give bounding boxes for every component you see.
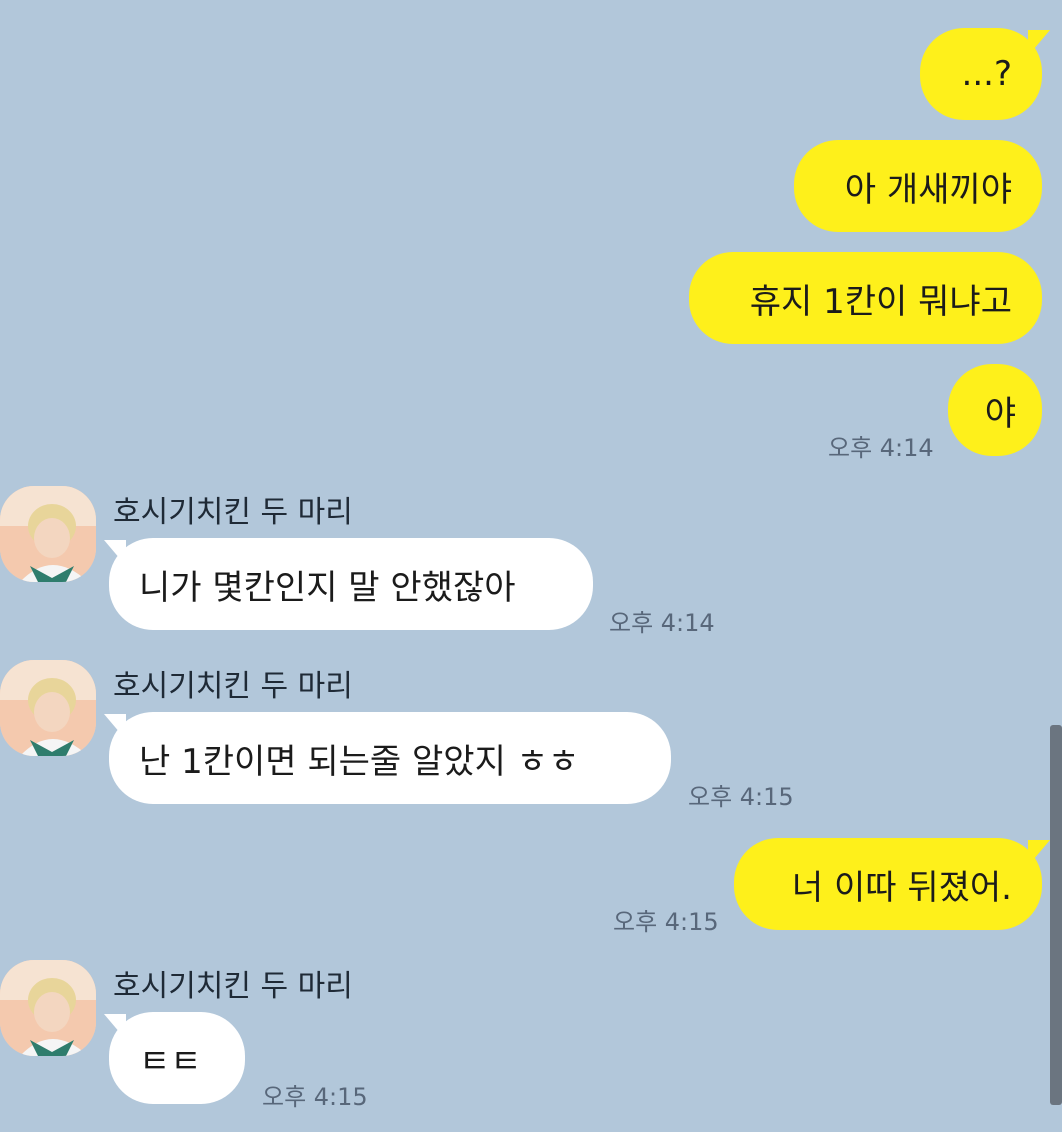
message-text: 너 이따 뒤졌어.: [791, 867, 1012, 908]
my-message-bubble[interactable]: ...?: [920, 28, 1042, 120]
message-timestamp: 오후 4:15: [688, 783, 794, 811]
their-message-bubble[interactable]: 니가 몇칸인지 말 안했잖아: [109, 538, 593, 630]
sender-avatar[interactable]: [0, 960, 96, 1056]
message-text: 니가 몇칸인지 말 안했잖아: [139, 567, 516, 608]
message-timestamp: 오후 4:14: [828, 434, 934, 462]
my-message-bubble[interactable]: 야: [948, 364, 1042, 456]
message-timestamp: 오후 4:15: [613, 908, 719, 936]
profile-photo-avatar: [0, 486, 96, 582]
bubble-tail: [104, 540, 126, 566]
bubble-tail: [104, 714, 126, 740]
my-message-bubble[interactable]: 휴지 1칸이 뭐냐고: [689, 252, 1042, 344]
scrollbar[interactable]: [1050, 725, 1062, 1105]
profile-photo-avatar: [0, 660, 96, 756]
bubble-tail: [104, 1014, 126, 1040]
message-text: ...?: [961, 54, 1012, 94]
message-text: 야: [984, 393, 1016, 434]
message-timestamp: 오후 4:15: [262, 1083, 368, 1111]
bubble-tail: [1028, 840, 1050, 866]
bubble-tail: [1028, 30, 1050, 56]
sender-name: 호시기치킨 두 마리: [113, 969, 353, 1004]
their-message-bubble[interactable]: 난 1칸이면 되는줄 알았지 ㅎㅎ: [109, 712, 671, 804]
message-text: 아 개새끼야: [844, 169, 1012, 210]
profile-photo-avatar: [0, 960, 96, 1056]
message-text: 난 1칸이면 되는줄 알았지 ㅎㅎ: [139, 741, 580, 782]
message-timestamp: 오후 4:14: [609, 609, 715, 637]
their-message-bubble[interactable]: ㅌㅌ: [109, 1012, 245, 1104]
sender-avatar[interactable]: [0, 660, 96, 756]
sender-avatar[interactable]: [0, 486, 96, 582]
my-message-bubble[interactable]: 아 개새끼야: [794, 140, 1042, 232]
message-text: ㅌㅌ: [139, 1041, 202, 1082]
message-text: 휴지 1칸이 뭐냐고: [749, 281, 1012, 322]
sender-name: 호시기치킨 두 마리: [113, 495, 353, 530]
my-message-bubble[interactable]: 너 이따 뒤졌어.: [734, 838, 1042, 930]
sender-name: 호시기치킨 두 마리: [113, 669, 353, 704]
